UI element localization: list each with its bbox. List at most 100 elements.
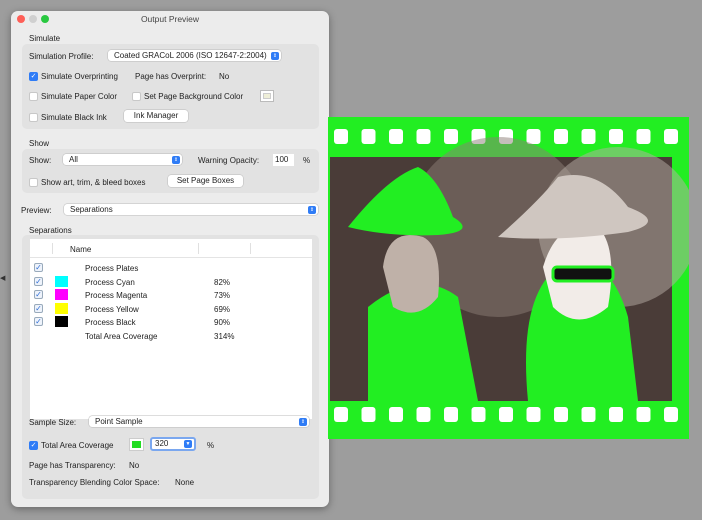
show-label: Show: — [29, 156, 52, 165]
perforation-hole — [361, 407, 376, 422]
transparency-label: Page has Transparency: — [29, 461, 116, 470]
preview-value: Separations — [70, 205, 113, 214]
perforation-hole — [526, 407, 541, 422]
tac-color-swatch[interactable] — [129, 438, 144, 451]
plate-name: Process Black — [85, 318, 136, 327]
plate-name: Total Area Coverage — [85, 331, 158, 341]
total-area-coverage-checkbox[interactable]: ✓ — [29, 441, 38, 450]
show-select[interactable]: All ⇕ — [63, 154, 182, 165]
blend-space-label: Transparency Blending Color Space: — [29, 478, 160, 487]
artwork-preview — [328, 117, 689, 439]
black-ink-label: Simulate Black Ink — [41, 113, 107, 122]
plate-coverage: 69% — [214, 304, 231, 314]
profile-label: Simulation Profile: — [29, 52, 94, 61]
perforation-hole — [609, 129, 623, 144]
table-row: ✓ Process Magenta 73% — [30, 288, 312, 301]
plate-visibility-checkbox[interactable]: ✓ — [34, 317, 43, 326]
perforation-hole — [664, 407, 678, 422]
plate-coverage: 90% — [214, 318, 231, 327]
zoom-button[interactable] — [41, 15, 49, 23]
chevron-updown-icon: ⇕ — [308, 205, 316, 214]
opacity-unit: % — [303, 156, 311, 165]
warning-opacity-input[interactable]: 100 — [273, 154, 294, 166]
perforation-hole — [444, 407, 458, 422]
blend-space-value: None — [175, 478, 195, 487]
sunglasses — [551, 265, 615, 283]
sample-size-label: Sample Size: — [29, 418, 77, 427]
table-row: ✓ Process Black 90% — [30, 315, 312, 328]
plate-visibility-checkbox[interactable]: ✓ — [34, 290, 43, 299]
perforation-hole — [581, 129, 596, 144]
perforation-hole — [334, 407, 348, 422]
perforation-hole — [471, 407, 486, 422]
perforation-hole — [389, 129, 403, 144]
set-bg-color-checkbox[interactable] — [132, 92, 141, 101]
perforation-hole — [334, 129, 348, 144]
perforation-hole — [389, 407, 403, 422]
plate-color-swatch — [55, 275, 68, 287]
plate-color-swatch — [55, 316, 68, 327]
transparency-value: No — [129, 461, 140, 470]
simulate-overprinting-checkbox[interactable]: ✓ — [29, 72, 38, 81]
tac-value: 320 — [155, 439, 169, 448]
perforation-hole — [361, 129, 376, 144]
perforation-hole — [636, 407, 651, 422]
plate-color-swatch — [55, 302, 68, 314]
plate-visibility-checkbox[interactable]: ✓ — [34, 303, 43, 313]
profile-value: Coated GRACoL 2006 (ISO 12647-2:2004) — [114, 51, 267, 60]
plate-coverage: 314% — [214, 331, 235, 341]
chevron-updown-icon: ⇕ — [271, 51, 279, 60]
plate-color-swatch — [55, 289, 68, 300]
minimize-button[interactable] — [29, 15, 37, 23]
show-value: All — [69, 155, 78, 164]
window-title: Output Preview — [140, 14, 200, 24]
table-row: ✓ Process Cyan 82% — [30, 275, 312, 288]
preview-select[interactable]: Separations ⇕ — [64, 204, 318, 215]
close-button[interactable] — [17, 15, 25, 23]
warning-opacity-label: Warning Opacity: — [198, 156, 260, 165]
chevron-down-icon[interactable]: ▼ — [184, 440, 192, 448]
show-heading: Show — [29, 139, 50, 148]
table-row: Total Area Coverage 314% — [30, 329, 312, 342]
perforation-hole — [581, 407, 596, 422]
perforation-hole — [416, 407, 431, 422]
show-boxes-checkbox[interactable] — [29, 178, 38, 187]
table-row: ✓ Process Plates — [30, 261, 312, 274]
tac-limit-combobox[interactable]: 320 ▼ — [150, 437, 196, 451]
simulate-black-ink-checkbox[interactable] — [29, 113, 38, 122]
page-overprint-label: Page has Overprint: — [135, 72, 207, 81]
set-page-boxes-button[interactable]: Set Page Boxes — [168, 175, 243, 187]
plate-coverage: 82% — [214, 277, 231, 287]
column-header-name[interactable]: Name — [70, 245, 91, 254]
plate-name: Process Magenta — [85, 291, 148, 300]
sample-size-value: Point Sample — [95, 417, 143, 426]
tac-unit: % — [207, 441, 215, 450]
plate-name: Process Plates — [85, 264, 139, 273]
perforation-hole — [664, 129, 678, 144]
perforation-hole — [554, 129, 568, 144]
perforation-hole — [444, 129, 458, 144]
plate-coverage: 73% — [214, 291, 231, 300]
tac-label: Total Area Coverage — [41, 441, 114, 450]
table-header: Name — [30, 239, 312, 258]
simulate-paper-color-checkbox[interactable] — [29, 92, 38, 101]
sample-size-select[interactable]: Point Sample ⇕ — [89, 416, 309, 427]
bg-color-swatch[interactable] — [260, 90, 274, 102]
title-bar: Output Preview — [11, 11, 329, 27]
perforation-hole — [499, 407, 513, 422]
ink-manager-button[interactable]: Ink Manager — [124, 110, 188, 122]
show-boxes-label: Show art, trim, & bleed boxes — [41, 178, 146, 187]
simulation-profile-select[interactable]: Coated GRACoL 2006 (ISO 12647-2:2004) ⇕ — [108, 50, 281, 61]
perforation-hole — [526, 129, 541, 144]
paper-color-label: Simulate Paper Color — [41, 92, 118, 101]
panel-collapse-arrow[interactable]: ◀ — [0, 274, 5, 282]
plate-visibility-checkbox[interactable]: ✓ — [34, 276, 43, 286]
chevron-updown-icon: ⇕ — [172, 155, 180, 164]
overprint-label: Simulate Overprinting — [41, 72, 118, 81]
plate-name: Process Yellow — [85, 304, 139, 314]
perforation-hole — [636, 129, 651, 144]
table-row: ✓ Process Yellow 69% — [30, 302, 312, 315]
plate-visibility-checkbox[interactable]: ✓ — [34, 263, 43, 272]
perforation-hole — [554, 407, 568, 422]
separations-heading: Separations — [29, 226, 72, 235]
